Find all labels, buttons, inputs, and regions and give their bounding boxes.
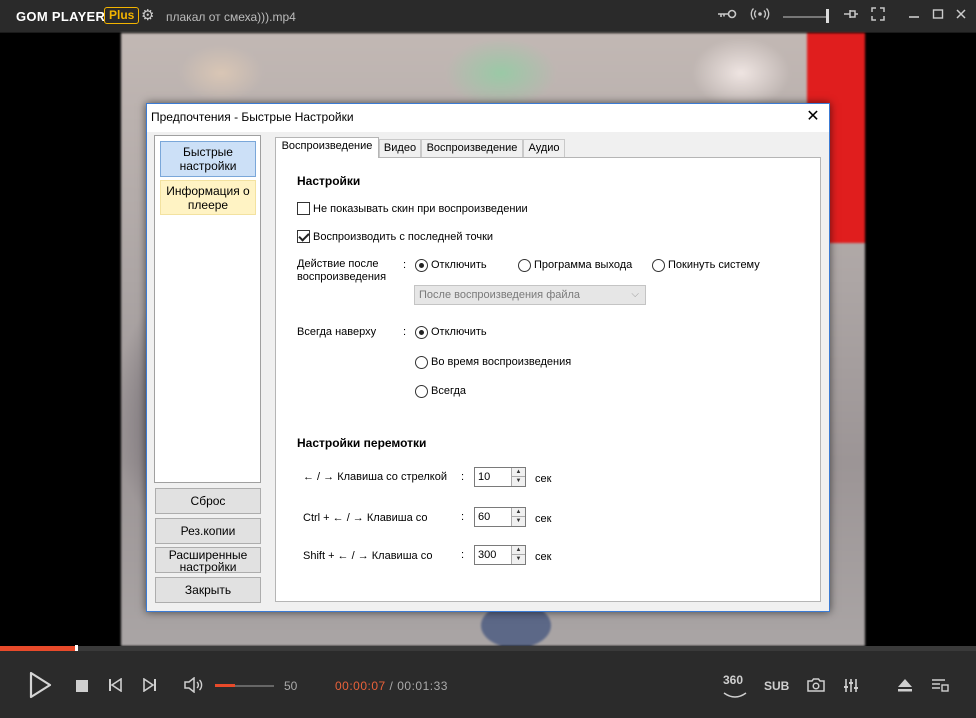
backup-button[interactable]: Рез.копии	[155, 518, 261, 544]
on-top-playing-label: Во время воспроизведения	[431, 356, 572, 368]
on-top-always-label: Всегда	[431, 385, 467, 397]
tab-playback-2[interactable]: Воспроизведение	[421, 139, 523, 158]
tab-video[interactable]: Видео	[379, 139, 421, 158]
volume-slider-fill	[215, 684, 236, 687]
seek-arrow-stepper[interactable]: 10 ▲ ▼	[474, 467, 526, 487]
on-top-off-radio[interactable]	[415, 326, 428, 339]
always-on-top-label: Всегда наверху	[297, 326, 377, 338]
vr-360-arc	[722, 687, 748, 705]
volume-slider[interactable]	[215, 684, 274, 687]
on-top-playing-radio[interactable]	[415, 356, 428, 369]
after-play-colon: :	[403, 259, 407, 271]
seek-shift-colon: :	[461, 549, 465, 561]
on-top-off-label: Отключить	[431, 326, 487, 338]
seek-ctrl-stepper[interactable]: 60 ▲ ▼	[474, 507, 526, 527]
playlist-icon[interactable]	[931, 678, 949, 697]
seek-shift-stepper[interactable]: 300 ▲ ▼	[474, 545, 526, 565]
current-time: 00:00:07	[335, 679, 386, 693]
title-bar: GOM PLAYER Plus ⚙ плакал от смеха))).mp4	[0, 0, 976, 33]
subtitle-button[interactable]: SUB	[764, 679, 789, 693]
tab-content: Настройки Не показывать скин при воспрои…	[275, 157, 821, 602]
category-list: Быстрые настройки Информация о плеере	[154, 135, 261, 483]
time-separator: /	[385, 679, 398, 693]
spin-up-icon[interactable]: ▲	[511, 508, 525, 517]
seek-arrow-colon: :	[461, 471, 465, 483]
seek-arrow-unit: сек	[535, 473, 552, 485]
title-volume-track[interactable]	[783, 16, 829, 18]
tab-audio[interactable]: Аудио	[523, 139, 565, 158]
volume-value: 50	[284, 679, 298, 693]
spin-up-icon[interactable]: ▲	[511, 546, 525, 555]
maximize-icon[interactable]	[930, 7, 946, 23]
spin-down-icon[interactable]: ▼	[511, 477, 525, 486]
control-bar: 50 00:00:07 / 00:01:33 360 SUB	[0, 651, 976, 718]
seek-shift-label: Shift + ← / → Клавиша со	[303, 550, 433, 562]
gear-icon[interactable]: ⚙	[141, 6, 154, 24]
fullscreen-icon[interactable]	[871, 7, 885, 24]
after-play-shutdown-radio[interactable]	[652, 259, 665, 272]
plus-badge[interactable]: Plus	[104, 7, 140, 24]
after-play-exit-label: Программа выхода	[534, 259, 633, 271]
previous-icon[interactable]	[108, 677, 122, 697]
resume-checkbox[interactable]	[297, 230, 310, 243]
after-play-shutdown-label: Покинуть систему	[668, 259, 760, 271]
seek-ctrl-label: Ctrl + ← / → Клавиша со	[303, 512, 428, 524]
tab-playback[interactable]: Воспроизведение	[275, 137, 379, 158]
speaker-icon[interactable]	[184, 676, 204, 698]
eject-icon[interactable]	[897, 678, 913, 697]
equalizer-icon[interactable]	[843, 678, 859, 698]
seek-ctrl-unit: сек	[535, 513, 552, 525]
settings-heading: Настройки	[297, 174, 361, 188]
nav-player-info[interactable]: Информация о плеере	[160, 180, 256, 215]
seek-shift-value: 300	[478, 549, 497, 561]
file-name: плакал от смеха))).mp4	[166, 10, 296, 24]
on-top-always-radio[interactable]	[415, 385, 428, 398]
minimize-icon[interactable]	[906, 7, 922, 23]
seek-ctrl-value: 60	[478, 511, 491, 523]
preferences-dialog: Предпочтения - Быстрые Настройки ✕ Быстр…	[146, 103, 830, 612]
no-skin-label: Не показывать скин при воспроизведении	[313, 203, 528, 215]
reset-button[interactable]: Сброс	[155, 488, 261, 514]
title-volume-knob[interactable]	[826, 9, 829, 23]
camera-icon[interactable]	[807, 678, 825, 697]
after-play-dropdown[interactable]: После воспроизведения файла ⌵	[414, 285, 646, 305]
spin-down-icon[interactable]: ▼	[511, 517, 525, 526]
total-time: 00:01:33	[397, 679, 448, 693]
close-icon[interactable]	[953, 7, 969, 23]
close-button[interactable]: Закрыть	[155, 577, 261, 603]
chevron-down-icon: ⌵	[631, 289, 639, 300]
vr-360-label: 360	[723, 673, 744, 687]
vr-360-icon[interactable]: 360	[723, 673, 743, 687]
next-icon[interactable]	[143, 677, 157, 697]
spin-up-icon[interactable]: ▲	[511, 468, 525, 477]
stop-icon[interactable]	[76, 679, 88, 697]
after-play-exit-radio[interactable]	[518, 259, 531, 272]
time-display: 00:00:07 / 00:01:33	[335, 679, 448, 693]
no-skin-checkbox[interactable]	[297, 202, 310, 215]
resume-label: Воспроизводить с последней точки	[313, 231, 494, 243]
always-on-top-colon: :	[403, 326, 407, 338]
spin-down-icon[interactable]: ▼	[511, 555, 525, 564]
after-play-off-radio[interactable]	[415, 259, 428, 272]
broadcast-icon[interactable]	[750, 7, 770, 24]
seek-arrow-label: ← / → Клавиша со стрелкой	[303, 471, 447, 483]
dialog-title-bar: Предпочтения - Быстрые Настройки ✕	[147, 104, 829, 132]
nav-fast-settings[interactable]: Быстрые настройки	[160, 141, 256, 177]
seek-ctrl-colon: :	[461, 511, 465, 523]
advanced-settings-button[interactable]: Расширенные настройки	[155, 547, 261, 573]
play-icon[interactable]	[28, 671, 52, 704]
after-play-off-label: Отключить	[431, 259, 487, 271]
seek-heading: Настройки перемотки	[297, 436, 427, 450]
dialog-close-icon[interactable]: ✕	[803, 107, 823, 127]
pin-icon[interactable]	[843, 7, 859, 24]
gom-player-window: GOM PLAYER Plus ⚙ плакал от смеха))).mp4	[0, 0, 976, 718]
seek-shift-unit: сек	[535, 551, 552, 563]
key-icon[interactable]	[717, 7, 737, 24]
seek-arrow-value: 10	[478, 471, 491, 483]
after-play-dropdown-value: После воспроизведения файла	[419, 289, 581, 301]
app-logo: GOM PLAYER	[16, 9, 106, 24]
dialog-title: Предпочтения - Быстрые Настройки	[151, 110, 354, 124]
after-play-label: Действие после воспроизведения	[297, 258, 387, 283]
